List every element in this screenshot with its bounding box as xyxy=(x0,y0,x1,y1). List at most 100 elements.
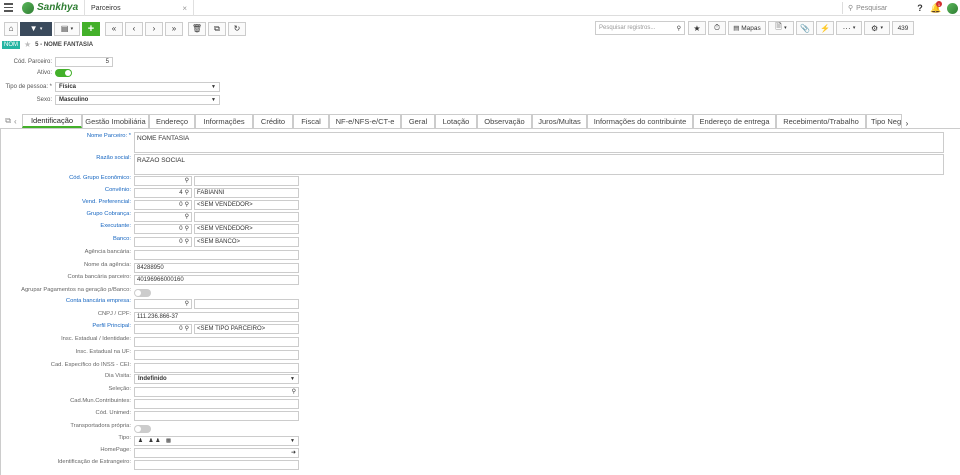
search-icon[interactable]: ⚲ xyxy=(185,300,189,307)
grid-view-button[interactable]: ▤ ▾ xyxy=(54,21,80,36)
tab-juros-multas[interactable]: Juros/Multas xyxy=(532,114,587,128)
tab-informacoes[interactable]: Informações xyxy=(195,114,253,128)
selecao-input[interactable]: ⚲ xyxy=(134,386,299,397)
cod-unimed-input[interactable] xyxy=(134,410,299,421)
homepage-input[interactable]: ➜ xyxy=(134,447,299,458)
settings-button[interactable]: ⚙ ▾ xyxy=(864,21,890,35)
tab-lotacao[interactable]: Lotação xyxy=(435,114,477,128)
tab-tipo-negociacao[interactable]: Tipo Neg xyxy=(866,114,902,128)
agencia-bancaria-input[interactable] xyxy=(134,249,299,260)
notifications-bell-icon[interactable]: 🔔 1 xyxy=(928,0,944,16)
first-record-button[interactable]: « xyxy=(105,21,123,36)
tab-controls: ⧉ ‹ xyxy=(0,114,22,128)
cad-inss-input[interactable] xyxy=(134,362,299,373)
chevron-down-icon: ▼ xyxy=(290,375,295,382)
tab-observacao[interactable]: Observação xyxy=(477,114,532,128)
cod-parceiro-input[interactable]: 5 xyxy=(55,57,113,67)
tipo-select[interactable]: ♟ ♟♟ ▩ ▼ xyxy=(134,435,299,446)
chevron-down-icon: ▾ xyxy=(784,25,787,31)
convenio-code-input[interactable]: 4 ⚲ xyxy=(134,187,192,198)
nome-agencia-input[interactable]: 84288950 xyxy=(134,262,299,273)
grupo-economico-input[interactable]: ⚲ xyxy=(134,175,192,186)
tab-endereco-entrega[interactable]: Endereço de entrega xyxy=(693,114,776,128)
insc-estadual-input[interactable] xyxy=(134,336,299,347)
sexo-select[interactable]: Masculino ▼ xyxy=(55,95,220,105)
search-icon[interactable]: ⚲ xyxy=(185,213,189,220)
ativo-toggle[interactable] xyxy=(55,69,72,77)
attach-button[interactable]: 📎 xyxy=(796,21,814,35)
search-icon[interactable]: ⚲ xyxy=(185,225,189,232)
chevron-left-icon[interactable]: ‹ xyxy=(14,117,17,126)
vend-preferencial-code-input[interactable]: 0 ⚲ xyxy=(134,199,192,210)
brand-logo: Sankhya xyxy=(22,1,78,14)
perfil-principal-code-input[interactable]: 0 ⚲ xyxy=(134,323,192,334)
selecao-row: Seleção: ⚲ xyxy=(1,386,299,397)
tab-informacoes-contribuinte[interactable]: Informações do contribuinte xyxy=(587,114,693,128)
search-icon[interactable]: ⚲ xyxy=(185,177,189,184)
arrow-right-icon[interactable]: ➜ xyxy=(291,449,296,456)
user-avatar-icon[interactable] xyxy=(944,0,960,16)
insc-estadual-uf-input[interactable] xyxy=(134,349,299,360)
executante-code-input[interactable]: 0 ⚲ xyxy=(134,223,192,234)
tab-geral[interactable]: Geral xyxy=(401,114,435,128)
refresh-button[interactable]: ↻ xyxy=(228,21,246,36)
sexo-row: Sexo: Masculino ▼ xyxy=(0,95,220,105)
conta-empresa-input[interactable]: ⚲ xyxy=(134,298,192,309)
menu-icon[interactable] xyxy=(4,3,18,12)
agrupar-pagamentos-toggle[interactable] xyxy=(134,288,151,297)
record-search-input[interactable]: Pesquisar registros... ⚲ xyxy=(595,21,685,35)
mapas-button[interactable]: ▤ Mapas xyxy=(728,21,766,35)
search-icon[interactable]: ⚲ xyxy=(292,388,296,395)
actions-button[interactable]: ⚡ xyxy=(816,21,834,35)
delete-button[interactable]: 🗑 xyxy=(188,21,206,36)
nome-agencia-label: Nome da agência: xyxy=(83,262,131,268)
help-icon[interactable]: ? xyxy=(912,0,928,16)
convenio-label: Convênio: xyxy=(104,187,131,193)
search-icon[interactable]: ⚲ xyxy=(185,201,189,208)
copy-icon[interactable]: ⧉ xyxy=(5,116,11,126)
timer-button[interactable]: ⏱ xyxy=(708,21,726,35)
app-tab-parceiros[interactable]: Parceiros × xyxy=(84,0,194,16)
add-button[interactable]: + xyxy=(82,21,100,36)
search-icon[interactable]: ⚲ xyxy=(185,325,189,332)
star-icon[interactable]: ★ xyxy=(24,40,31,49)
cnpj-input[interactable]: 111.236.866-37 xyxy=(134,311,299,322)
search-icon[interactable]: ⚲ xyxy=(185,238,189,245)
previous-record-button[interactable]: ‹ xyxy=(125,21,143,36)
favorite-button[interactable]: ★ xyxy=(688,21,706,35)
nome-parceiro-input[interactable]: NOME FANTASIA xyxy=(134,132,944,153)
global-search[interactable]: ⚲ Pesquisar xyxy=(842,2,912,14)
transportadora-toggle[interactable] xyxy=(134,424,151,433)
tab-recebimento-trabalho[interactable]: Recebimento/Trabalho xyxy=(776,114,866,128)
cad-mun-input[interactable] xyxy=(134,398,299,409)
more-button[interactable]: ··· ▾ xyxy=(836,21,862,35)
tipo-pessoa-select[interactable]: Física ▼ xyxy=(55,82,220,92)
chevron-right-icon[interactable]: › xyxy=(902,119,912,128)
grupo-cobranca-input[interactable]: ⚲ xyxy=(134,211,192,222)
tab-endereco[interactable]: Endereço xyxy=(149,114,195,128)
razao-social-input[interactable]: RAZAO SOCIAL xyxy=(134,154,944,175)
next-record-button[interactable]: › xyxy=(145,21,163,36)
executante-label: Executante: xyxy=(100,223,131,229)
tipo-row: Tipo: ♟ ♟♟ ▩ ▼ xyxy=(1,435,299,446)
home-button[interactable]: ⌂ xyxy=(4,21,18,36)
tab-credito[interactable]: Crédito xyxy=(253,114,293,128)
dia-visita-value: Indefinido xyxy=(138,375,167,382)
grupo-cobranca-desc xyxy=(194,211,299,222)
filter-button[interactable]: ▼ ▾ xyxy=(20,21,52,36)
search-icon[interactable]: ⚲ xyxy=(185,189,189,196)
estrangeiro-input[interactable] xyxy=(134,459,299,470)
dia-visita-select[interactable]: Indefinido ▼ xyxy=(134,373,299,384)
copy-button[interactable]: ⧉ xyxy=(208,21,226,36)
conta-bancaria-input[interactable]: 40196966000160 xyxy=(134,274,299,285)
document-button[interactable]: 🗎 ▾ xyxy=(768,21,794,35)
tab-identificacao[interactable]: Identificação xyxy=(22,114,82,128)
nome-agencia-row: Nome da agência: 84288950 xyxy=(1,262,299,273)
tab-gestao-imobiliaria[interactable]: Gestão Imobiliária xyxy=(82,114,149,128)
tab-fiscal[interactable]: Fiscal xyxy=(293,114,329,128)
close-icon[interactable]: × xyxy=(182,4,187,13)
tab-nfe[interactable]: NF-e/NFS-e/CT-e xyxy=(329,114,401,128)
banco-code-input[interactable]: 0 ⚲ xyxy=(134,236,192,247)
last-record-button[interactable]: » xyxy=(165,21,183,36)
sankhya-logo-icon xyxy=(22,1,34,14)
